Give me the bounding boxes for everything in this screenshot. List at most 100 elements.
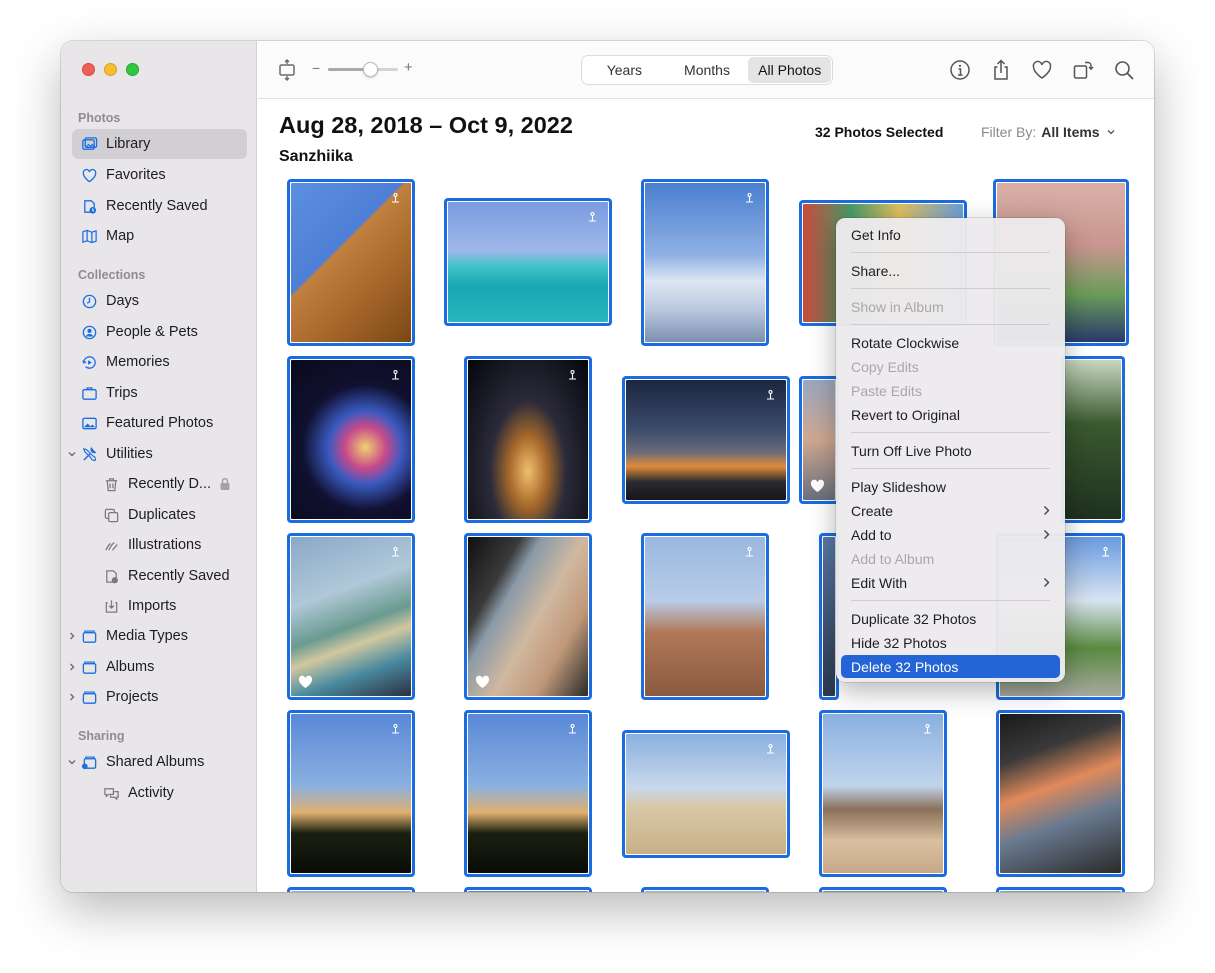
menu-item-rotate-clockwise[interactable]: Rotate Clockwise: [841, 331, 1060, 354]
segment-all-photos[interactable]: All Photos: [748, 57, 832, 83]
chevron-right-icon: [1044, 530, 1050, 539]
segment-months[interactable]: Months: [666, 57, 749, 83]
sidebar-item-people-pets[interactable]: People & Pets: [72, 317, 247, 347]
menu-separator: [851, 324, 1050, 325]
sidebar-item-label: Projects: [106, 689, 159, 705]
featured-photo-icon: [80, 414, 98, 432]
duplicates-icon: [102, 506, 120, 524]
sidebar-item-label: Utilities: [106, 446, 153, 462]
sidebar-item-recently-deleted[interactable]: Recently D...: [72, 469, 247, 499]
sidebar-item-imports[interactable]: Imports: [72, 591, 247, 621]
menu-item-add-to[interactable]: Add to: [841, 523, 1060, 546]
sidebar-item-map[interactable]: Map: [72, 221, 247, 251]
zoom-in-label[interactable]: +: [404, 59, 413, 76]
favorite-heart-icon: [810, 479, 825, 492]
zoom-window-button[interactable]: [126, 63, 139, 76]
menu-item-duplicate-photos[interactable]: Duplicate 32 Photos: [841, 607, 1060, 630]
photo-thumbnail[interactable]: [287, 887, 415, 892]
heart-icon[interactable]: [1030, 58, 1054, 82]
minimize-window-button[interactable]: [104, 63, 117, 76]
sidebar-item-albums[interactable]: Albums: [70, 652, 247, 682]
photo-thumbnail[interactable]: [464, 356, 592, 523]
sidebar-item-featured-photos[interactable]: Featured Photos: [72, 408, 247, 438]
menu-item-get-info[interactable]: Get Info: [841, 223, 1060, 246]
photo-thumbnail[interactable]: [287, 179, 415, 346]
chevron-right-icon[interactable]: [66, 630, 78, 642]
sidebar-item-label: Recently D...: [128, 476, 211, 492]
rotate-icon[interactable]: [1071, 58, 1095, 82]
share-icon[interactable]: [989, 58, 1013, 82]
sidebar-item-label: Albums: [106, 659, 155, 675]
info-icon[interactable]: [948, 58, 972, 82]
chevron-down-icon: [1107, 130, 1115, 135]
photo-thumbnail[interactable]: [287, 710, 415, 877]
chevron-down-icon[interactable]: [66, 448, 78, 460]
chevron-right-icon[interactable]: [66, 661, 78, 673]
sidebar-item-label: Trips: [106, 385, 138, 401]
menu-item-edit-with[interactable]: Edit With: [841, 571, 1060, 594]
menu-item-turn-off-live-photo[interactable]: Turn Off Live Photo: [841, 439, 1060, 462]
live-photo-icon: [392, 192, 399, 203]
photo-thumbnail[interactable]: [799, 376, 839, 504]
toolbar: − + Years Months All Photos: [258, 41, 1154, 99]
chevron-right-icon: [1044, 578, 1050, 587]
pencil-scribble-icon: [102, 536, 120, 554]
sidebar-item-label: Favorites: [106, 167, 166, 183]
photo-thumbnail[interactable]: [287, 533, 415, 700]
chevron-right-icon[interactable]: [66, 691, 78, 703]
chevron-down-icon[interactable]: [66, 756, 78, 768]
sidebar-item-illustrations[interactable]: Illustrations: [72, 530, 247, 560]
sidebar-item-projects[interactable]: Projects: [70, 682, 247, 712]
photo-thumbnail[interactable]: [641, 179, 769, 346]
photo-thumbnail[interactable]: [444, 198, 612, 326]
menu-item-hide-photos[interactable]: Hide 32 Photos: [841, 631, 1060, 654]
view-segmented-control: Years Months All Photos: [581, 55, 833, 85]
menu-item-label: Create: [851, 502, 894, 519]
photo-thumbnail[interactable]: [819, 710, 947, 877]
photo-thumbnail[interactable]: [464, 533, 592, 700]
photo-thumbnail[interactable]: [622, 730, 790, 858]
photo-thumbnail[interactable]: [996, 710, 1125, 877]
favorite-heart-icon: [298, 675, 313, 688]
photo-thumbnail[interactable]: [464, 710, 592, 877]
menu-item-revert-to-original[interactable]: Revert to Original: [841, 403, 1060, 426]
photo-thumbnail[interactable]: [622, 376, 790, 504]
photo-thumbnail[interactable]: [819, 887, 947, 892]
section-photos: Photos: [78, 111, 121, 125]
menu-item-delete-photos[interactable]: Delete 32 Photos: [841, 655, 1060, 678]
sidebar-item-days[interactable]: Days: [72, 286, 247, 316]
zoom-out-label[interactable]: −: [312, 60, 320, 76]
sidebar-item-media-types[interactable]: Media Types: [70, 621, 247, 651]
photo-thumbnail[interactable]: [996, 887, 1125, 892]
photo-thumbnail[interactable]: [1061, 356, 1125, 523]
menu-item-create[interactable]: Create: [841, 499, 1060, 522]
search-icon[interactable]: [1112, 58, 1136, 82]
sidebar-item-trips[interactable]: Trips: [72, 378, 247, 408]
sidebar-item-activity[interactable]: Activity: [72, 778, 247, 808]
location-subtitle: Sanzhiika: [279, 148, 353, 165]
zoom-slider-knob[interactable]: [363, 62, 378, 77]
menu-separator: [851, 252, 1050, 253]
sidebar-item-recently-saved[interactable]: Recently Saved: [72, 191, 247, 221]
heart-icon: [80, 166, 98, 184]
photo-thumbnail[interactable]: [464, 887, 592, 892]
sidebar-item-favorites[interactable]: Favorites: [72, 160, 247, 190]
close-window-button[interactable]: [82, 63, 95, 76]
segment-years[interactable]: Years: [583, 57, 666, 83]
sidebar-item-duplicates[interactable]: Duplicates: [72, 500, 247, 530]
menu-item-share[interactable]: Share...: [841, 259, 1060, 282]
photo-thumbnail[interactable]: [641, 887, 769, 892]
sidebar-item-label: Illustrations: [128, 537, 202, 553]
sidebar-item-library[interactable]: Library: [72, 129, 247, 159]
sidebar-item-memories[interactable]: Memories: [72, 347, 247, 377]
filter-dropdown[interactable]: Filter By: All Items: [981, 124, 1116, 140]
aspect-ratio-toggle-icon[interactable]: [275, 58, 299, 82]
sidebar-item-utilities[interactable]: Utilities: [68, 439, 247, 469]
photo-thumbnail[interactable]: [641, 533, 769, 700]
sidebar-item-label: Memories: [106, 354, 170, 370]
menu-item-play-slideshow[interactable]: Play Slideshow: [841, 475, 1060, 498]
sidebar-item-shared-albums[interactable]: Shared Albums: [68, 747, 247, 777]
photo-thumbnail[interactable]: [287, 356, 415, 523]
tools-icon: [80, 445, 98, 463]
sidebar-item-recently-saved-utility[interactable]: Recently Saved: [72, 561, 247, 591]
